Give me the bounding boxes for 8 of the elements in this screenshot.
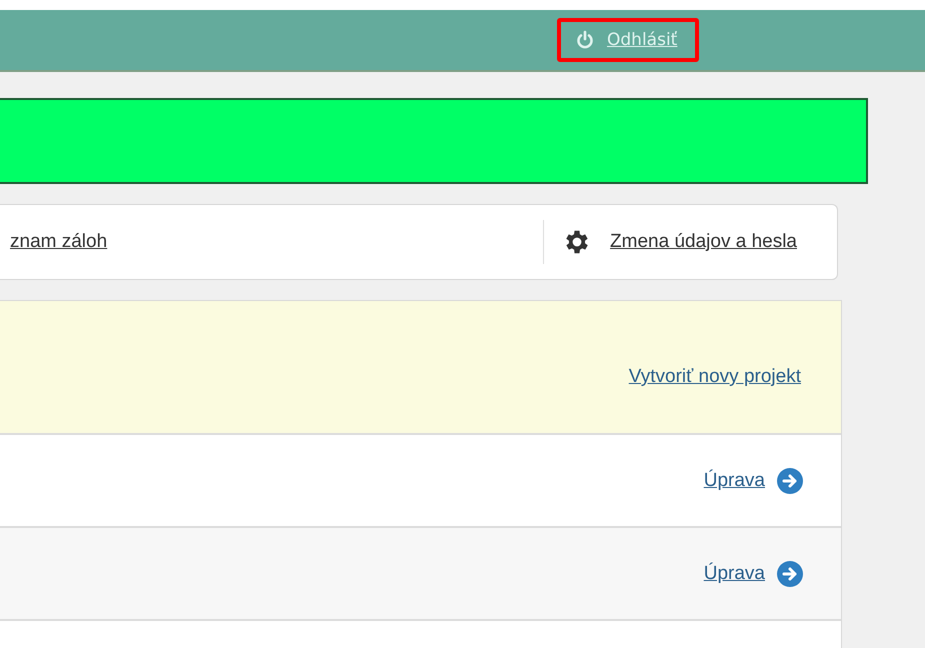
settings-link[interactable]: Zmena údajov a hesla (610, 231, 797, 253)
create-project-link[interactable]: Vytvoriť novy projekt (628, 366, 801, 388)
edit-link[interactable]: Úprava (704, 470, 765, 492)
arrow-circle-icon[interactable] (777, 468, 803, 494)
edit-link[interactable]: Úprava (704, 562, 765, 584)
nav-link[interactable]: znam záloh (10, 231, 108, 253)
arrow-circle-icon[interactable] (777, 560, 803, 586)
power-icon (575, 30, 595, 50)
